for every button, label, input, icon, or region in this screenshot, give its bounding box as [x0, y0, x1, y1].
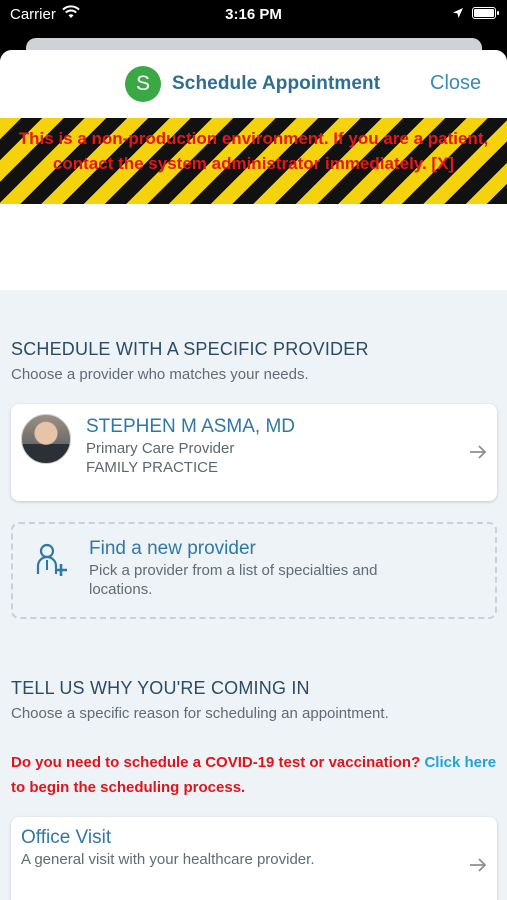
banner-spacer: [0, 204, 507, 290]
find-provider-title: Find a new provider: [89, 538, 256, 559]
page-title: Schedule Appointment: [172, 73, 381, 94]
office-visit-title: Office Visit: [21, 827, 112, 848]
app-avatar: S: [125, 66, 161, 102]
battery-icon: [472, 7, 499, 19]
arrow-right-icon: [470, 445, 487, 459]
provider-photo: [21, 414, 71, 464]
close-button[interactable]: Close: [430, 72, 481, 95]
reason-heading: TELL US WHY YOU'RE COMING IN: [11, 678, 310, 698]
provider-role: Primary Care Provider: [86, 440, 235, 457]
find-new-provider-button[interactable]: Find a new provider Pick a provider from…: [11, 522, 497, 619]
reason-subheading: Choose a specific reason for scheduling …: [11, 705, 389, 722]
arrow-right-icon: [470, 858, 487, 872]
status-time: 3:16 PM: [225, 6, 282, 23]
location-icon: [453, 8, 463, 18]
covid-click-here-link[interactable]: Click here: [424, 754, 496, 771]
status-bar: Carrier 3:16 PM: [0, 0, 507, 30]
office-visit-card[interactable]: Office Visit A general visit with your h…: [11, 817, 497, 900]
person-add-icon: [36, 543, 67, 576]
covid-notice-suffix: to begin the scheduling process.: [11, 779, 246, 796]
provider-specialty: FAMILY PRACTICE: [86, 459, 218, 476]
office-visit-subtitle: A general visit with your healthcare pro…: [21, 851, 315, 868]
specific-provider-heading: SCHEDULE WITH A SPECIFIC PROVIDER: [11, 339, 369, 359]
covid-notice: Do you need to schedule a COVID-19 test …: [11, 750, 501, 800]
provider-name: STEPHEN M ASMA, MD: [86, 416, 296, 437]
specific-provider-subheading: Choose a provider who matches your needs…: [11, 366, 309, 383]
schedule-sheet: S Schedule Appointment Close This is a n…: [0, 50, 507, 900]
nav-bar: S Schedule Appointment Close: [0, 50, 507, 118]
environment-warning-banner[interactable]: This is a non-production environment. If…: [0, 118, 507, 204]
warning-text: This is a non-production environment. If…: [18, 129, 489, 173]
covid-notice-prefix: Do you need to schedule a COVID-19 test …: [11, 754, 425, 771]
provider-card[interactable]: STEPHEN M ASMA, MD Primary Care Provider…: [11, 404, 497, 501]
find-provider-subtitle: Pick a provider from a list of specialti…: [89, 562, 378, 598]
